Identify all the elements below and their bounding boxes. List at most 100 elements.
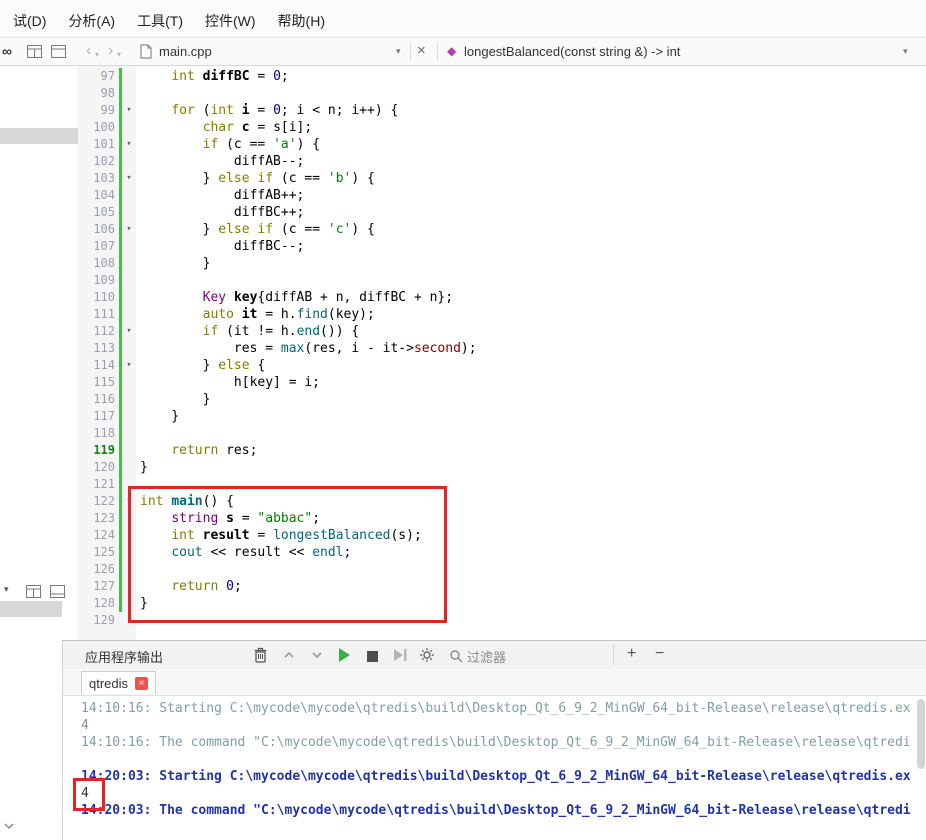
code-line[interactable]: 110 Key key{diffAB + n, diffBC + n};: [78, 289, 926, 306]
sidebar-splitter[interactable]: [0, 601, 62, 617]
line-number[interactable]: 97: [78, 68, 115, 85]
code-line[interactable]: 99 ▾ for (int i = 0; i < n; i++) {: [78, 102, 926, 119]
code-line[interactable]: 108 }: [78, 255, 926, 272]
code-line[interactable]: 100 char c = s[i];: [78, 119, 926, 136]
open-file-selector[interactable]: main.cpp: [159, 44, 212, 60]
scroll-up-icon[interactable]: [280, 646, 298, 664]
code-line[interactable]: 127 return 0;: [78, 578, 926, 595]
fold-marker-icon[interactable]: ▾: [122, 102, 136, 119]
code-line[interactable]: 129: [78, 612, 926, 629]
line-number[interactable]: 126: [78, 561, 115, 578]
code-line[interactable]: 101 ▾ if (c == 'a') {: [78, 136, 926, 153]
line-number[interactable]: 123: [78, 510, 115, 527]
code-line[interactable]: 111 auto it = h.find(key);: [78, 306, 926, 323]
settings-gear-icon[interactable]: [418, 646, 436, 664]
code-line[interactable]: 114 ▾ } else {: [78, 357, 926, 374]
forward-icon[interactable]: ›: [108, 41, 113, 61]
code-line[interactable]: 116 }: [78, 391, 926, 408]
code-line[interactable]: 125 cout << result << endl;: [78, 544, 926, 561]
line-number[interactable]: 115: [78, 374, 115, 391]
line-number[interactable]: 129: [78, 612, 115, 629]
code-line[interactable]: 106 ▾ } else if (c == 'c') {: [78, 221, 926, 238]
fold-marker-icon[interactable]: ▾: [122, 357, 136, 374]
code-line[interactable]: 103 ▾ } else if (c == 'b') {: [78, 170, 926, 187]
symbol-selector[interactable]: longestBalanced(const string &) -> int: [464, 44, 680, 60]
menu-item[interactable]: 控件(W): [194, 9, 267, 33]
line-number[interactable]: 118: [78, 425, 115, 442]
code-line[interactable]: 104 diffAB++;: [78, 187, 926, 204]
add-output-pane-button[interactable]: +: [627, 645, 636, 663]
line-number[interactable]: 110: [78, 289, 115, 306]
line-number[interactable]: 105: [78, 204, 115, 221]
scroll-down-chevron-icon[interactable]: [308, 646, 326, 664]
line-number[interactable]: 108: [78, 255, 115, 272]
line-number[interactable]: 120: [78, 459, 115, 476]
fold-marker-icon[interactable]: ▾: [122, 493, 136, 510]
line-number[interactable]: 121: [78, 476, 115, 493]
code-line[interactable]: 124 int result = longestBalanced(s);: [78, 527, 926, 544]
fold-marker-icon[interactable]: ▾: [122, 323, 136, 340]
line-number[interactable]: 98: [78, 85, 115, 102]
line-number[interactable]: 116: [78, 391, 115, 408]
code-line[interactable]: 121: [78, 476, 926, 493]
code-line[interactable]: 126: [78, 561, 926, 578]
code-line[interactable]: 119 return res;: [78, 442, 926, 459]
code-line[interactable]: 118: [78, 425, 926, 442]
line-number[interactable]: 99: [78, 102, 115, 119]
line-number[interactable]: 128: [78, 595, 115, 612]
remove-output-pane-button[interactable]: −: [655, 645, 664, 663]
line-number[interactable]: 114: [78, 357, 115, 374]
back-history-caret-icon[interactable]: ▾: [95, 50, 99, 59]
pane-collapse-caret-icon[interactable]: ▾: [4, 584, 9, 595]
code-line[interactable]: 115 h[key] = i;: [78, 374, 926, 391]
fold-marker-icon[interactable]: ▾: [122, 170, 136, 187]
code-line[interactable]: 105 diffBC++;: [78, 204, 926, 221]
line-number[interactable]: 107: [78, 238, 115, 255]
line-number[interactable]: 100: [78, 119, 115, 136]
filter-input[interactable]: 过滤器: [467, 647, 506, 666]
code-line[interactable]: 117 }: [78, 408, 926, 425]
line-number[interactable]: 109: [78, 272, 115, 289]
line-number[interactable]: 104: [78, 187, 115, 204]
clear-output-icon[interactable]: [251, 646, 269, 664]
tab-qtredis[interactable]: qtredis ×: [81, 671, 157, 694]
line-number[interactable]: 122: [78, 493, 115, 510]
mode-icon[interactable]: ∞: [2, 43, 12, 59]
fold-marker-icon[interactable]: ▾: [122, 221, 136, 238]
code-line[interactable]: 109: [78, 272, 926, 289]
back-icon[interactable]: ‹: [86, 41, 91, 61]
line-number[interactable]: 102: [78, 153, 115, 170]
code-line[interactable]: 102 diffAB--;: [78, 153, 926, 170]
code-line[interactable]: 123 string s = "abbac";: [78, 510, 926, 527]
sidebar-splitter[interactable]: [0, 128, 78, 144]
line-number[interactable]: 101: [78, 136, 115, 153]
line-number[interactable]: 127: [78, 578, 115, 595]
code-line[interactable]: 113 res = max(res, i - it->second);: [78, 340, 926, 357]
run-icon[interactable]: [335, 646, 353, 664]
console-output[interactable]: 14:10:16: Starting C:\mycode\mycode\qtre…: [63, 695, 926, 840]
line-number[interactable]: 113: [78, 340, 115, 357]
scroll-down-icon[interactable]: [2, 819, 16, 838]
console-scrollbar-thumb[interactable]: [917, 699, 925, 769]
line-number[interactable]: 119: [78, 442, 115, 459]
menu-item[interactable]: 工具(T): [126, 9, 194, 33]
menu-item[interactable]: 分析(A): [57, 9, 126, 33]
symbol-selector-caret-icon[interactable]: ▾: [903, 46, 908, 57]
line-number[interactable]: 103: [78, 170, 115, 187]
line-number[interactable]: 106: [78, 221, 115, 238]
stop-icon[interactable]: [363, 647, 381, 665]
tab-close-icon[interactable]: ×: [135, 676, 149, 690]
close-split-icon[interactable]: [51, 45, 66, 63]
forward-history-caret-icon[interactable]: ▾: [117, 50, 121, 59]
code-line[interactable]: 98: [78, 85, 926, 102]
rerun-icon[interactable]: [391, 646, 409, 664]
fold-marker-icon[interactable]: ▾: [122, 136, 136, 153]
split-editor-icon[interactable]: [27, 45, 42, 63]
code-editor[interactable]: 97 int diffBC = 0; 98 99 ▾ for (int i = 0; …: [78, 66, 926, 640]
line-number[interactable]: 124: [78, 527, 115, 544]
file-selector-caret-icon[interactable]: ▾: [396, 46, 401, 57]
line-number[interactable]: 111: [78, 306, 115, 323]
code-line[interactable]: 107 diffBC--;: [78, 238, 926, 255]
close-document-button[interactable]: ×: [417, 43, 426, 58]
menu-item[interactable]: 试(D): [2, 9, 57, 33]
